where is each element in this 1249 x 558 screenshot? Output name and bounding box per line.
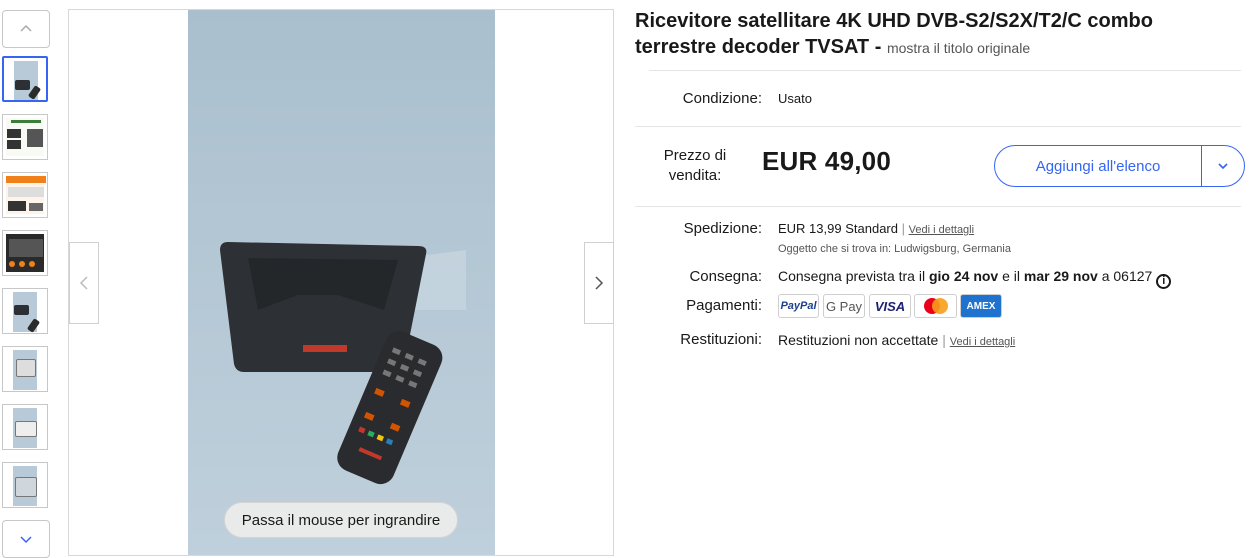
shipping-details-link[interactable]: Vedi i dettagli [909, 224, 974, 236]
thumbnail-6[interactable] [2, 346, 48, 392]
thumbnail-7[interactable] [2, 404, 48, 450]
thumbnail-3[interactable] [2, 172, 48, 218]
delivery-mid: e il [1002, 268, 1020, 284]
thumbnails-down-button[interactable] [2, 520, 50, 558]
shipping-info: EUR 13,99 Standard | Vedi i dettagli [778, 221, 975, 236]
thumbnail-4[interactable] [2, 230, 48, 276]
show-original-title-link[interactable]: mostra il titolo originale [887, 40, 1030, 56]
hover-to-zoom-hint: Passa il mouse per ingrandire [224, 502, 458, 538]
add-to-list-label[interactable]: Aggiungi all'elenco [995, 146, 1202, 186]
returns-label: Restituzioni: [680, 331, 762, 348]
divider [635, 206, 1241, 207]
thumbnail-8[interactable] [2, 462, 48, 508]
delivery-from: gio 24 nov [928, 268, 999, 284]
returns-value: Restituzioni non accettate [778, 332, 939, 348]
payments-label: Pagamenti: [686, 297, 762, 314]
shipping-type: Standard [845, 221, 898, 236]
mastercard-logo [923, 298, 948, 314]
add-to-list-button[interactable]: Aggiungi all'elenco [994, 145, 1245, 187]
delivery-info: Consegna prevista tra il gio 24 nov e il… [778, 268, 1172, 289]
condition-label: Condizione: [682, 90, 762, 107]
shipping-label: Spedizione: [683, 220, 762, 237]
info-icon[interactable]: i [1156, 274, 1172, 289]
delivery-label: Consegna: [689, 268, 762, 285]
receiver-image [220, 242, 466, 485]
thumbnail-5[interactable] [2, 288, 48, 334]
product-photo[interactable] [188, 10, 495, 555]
google-pay-icon: G Pay [823, 294, 865, 318]
returns-info: Restituzioni non accettate | Vedi i dett… [778, 332, 1016, 348]
chevron-down-icon [1218, 163, 1228, 170]
divider [649, 70, 1241, 71]
delivery-to: mar 29 nov [1023, 268, 1098, 284]
condition-value: Usato [778, 91, 812, 106]
delivery-pre: Consegna prevista tra il [778, 268, 926, 284]
returns-details-link[interactable]: Vedi i dettagli [950, 336, 1015, 348]
thumbnails-up-button[interactable] [2, 10, 50, 48]
paypal-icon: PayPal [778, 294, 819, 318]
thumbnail-1[interactable] [2, 56, 48, 102]
chevron-down-icon [20, 536, 32, 544]
divider [635, 126, 1241, 127]
price-label: Prezzo di vendita: [640, 146, 750, 186]
price-label-line-1: Prezzo di [663, 147, 727, 164]
mastercard-icon [914, 294, 957, 318]
price-label-line-2: vendita: [668, 167, 722, 184]
shipping-price: EUR 13,99 [778, 221, 842, 236]
chevron-right-icon [595, 276, 604, 290]
visa-icon: VISA [869, 294, 911, 318]
next-image-button[interactable] [584, 242, 614, 324]
item-title: Ricevitore satellitare 4K UHD DVB-S2/S2X… [635, 8, 1235, 61]
amex-icon: AMEX [960, 294, 1002, 318]
chevron-up-icon [20, 24, 32, 32]
item-location: Oggetto che si trova in: Ludwigsburg, Ge… [778, 243, 1011, 255]
main-image-viewer[interactable]: Passa il mouse per ingrandire [68, 9, 614, 556]
chevron-left-icon [79, 276, 88, 290]
price-value: EUR 49,00 [762, 146, 891, 176]
add-to-list-dropdown[interactable] [1202, 146, 1244, 186]
thumbnail-2[interactable] [2, 114, 48, 160]
previous-image-button[interactable] [69, 242, 99, 324]
delivery-post: a 06127 [1101, 268, 1153, 284]
